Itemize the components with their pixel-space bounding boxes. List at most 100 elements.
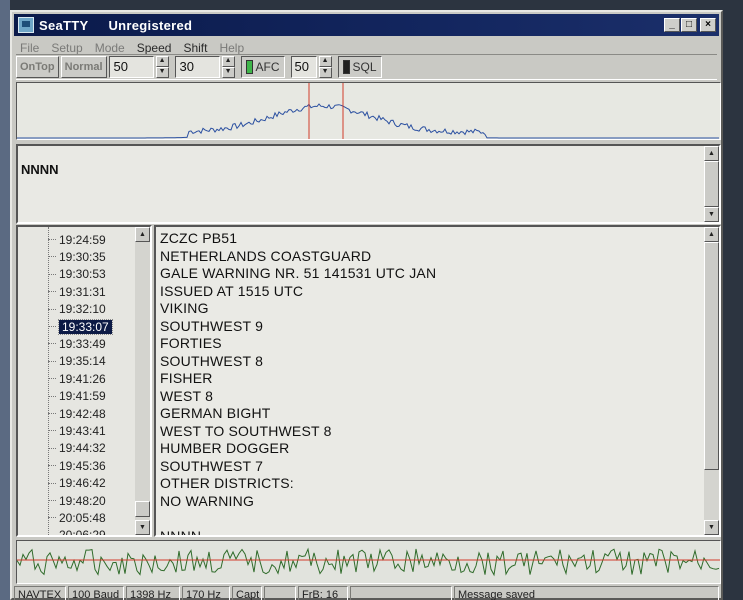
menu-setup[interactable]: Setup [45,41,88,55]
tree-branch [48,465,56,467]
message-list-item[interactable]: 20:06:29 [48,527,134,537]
status-message: Message saved [454,586,719,600]
spin-arrows-3[interactable]: ▲ ▼ [318,56,332,78]
message-timestamp: 19:44:32 [59,441,106,456]
ontop-button[interactable]: OnTop [16,56,59,78]
message-list-item[interactable]: 19:35:14 [48,353,134,370]
message-line: OTHER DISTRICTS: [160,475,294,491]
message-list-item[interactable]: 19:41:59 [48,388,134,405]
menu-shift[interactable]: Shift [177,41,213,55]
scroll-thumb[interactable] [704,242,719,470]
message-list-item[interactable]: 19:48:20 [48,492,134,509]
tree-branch [48,256,56,258]
message-line: SOUTHWEST 9 [160,317,264,334]
spin-field-2[interactable]: 30 [174,56,220,78]
message-list-item[interactable]: 19:33:07 [48,318,134,335]
tree-branch [48,360,56,362]
tree-branch [48,326,56,327]
sql-label: SQL [352,60,377,74]
message-timestamp: 19:43:41 [59,423,106,438]
message-list-item[interactable]: 19:44:32 [48,440,134,457]
message-list-item[interactable]: 19:31:31 [48,283,134,300]
normal-button[interactable]: Normal [60,56,107,78]
status-frequency: 1398 Hz [126,586,180,600]
sql-toggle[interactable]: SQL [337,56,382,78]
tree-branch [48,308,56,310]
afc-toggle[interactable]: AFC [240,56,285,78]
status-baud: 100 Baud [68,586,124,600]
scroll-down-icon[interactable]: ▼ [704,520,719,535]
message-list-panel[interactable]: 19:24:59 19:30:35 19:30:53 19:31:31 19:32:10… [16,225,152,537]
message-timestamp: 19:45:36 [59,458,106,473]
scroll-thumb[interactable] [704,161,719,207]
message-line: SOUTHWEST 8 [160,352,264,369]
receive-text: NNNN [21,162,59,177]
message-text-scrollbar[interactable]: ▲ ▼ [704,227,719,535]
spin-down-icon[interactable]: ▼ [318,67,332,78]
spectrum-display[interactable] [16,82,721,140]
message-timestamp: 20:06:29 [59,528,106,537]
menu-speed[interactable]: Speed [131,41,178,55]
tree-branch [48,413,56,414]
message-list-item[interactable]: 19:30:35 [48,248,134,265]
status-bar: NAVTEX 100 Baud 1398 Hz 170 Hz Capt FrB:… [14,586,719,600]
spin-down-icon[interactable]: ▼ [155,67,169,78]
message-timestamp: 19:33:07 [58,318,113,335]
receive-panel[interactable]: NNNN ▲ ▼ [16,144,721,224]
registration-status: Unregistered [108,17,193,33]
tree-branch [48,291,56,293]
message-list-item[interactable]: 19:24:59 [48,231,134,248]
spin-up-icon[interactable]: ▲ [221,56,235,67]
spin-arrows-2[interactable]: ▲ ▼ [221,56,235,78]
spin-up-icon[interactable]: ▲ [318,56,332,67]
maximize-button[interactable]: □ [681,18,697,32]
scroll-up-icon[interactable]: ▲ [704,227,719,242]
status-frb: FrB: 16 [298,586,348,600]
message-list-scrollbar[interactable]: ▲ ▼ [135,227,150,535]
message-line: NNNN [160,527,202,537]
message-text-panel[interactable]: ZCZC PB51 NETHERLANDS COASTGUARD GALE WARN… [154,225,721,537]
toolbar: OnTop Normal 50 ▲ ▼ 30 ▲ ▼ AFC 50 ▲ ▼ SQ… [16,54,717,80]
tree-branch [48,395,56,397]
title-bar[interactable]: SeaTTY Unregistered _ □ × [14,14,719,36]
message-list-item[interactable]: 19:45:36 [48,457,134,474]
scroll-down-icon[interactable]: ▼ [135,520,150,535]
status-blank-1 [264,586,296,600]
menu-help[interactable]: Help [213,41,250,55]
tree-branch [48,343,56,345]
message-timestamp: 19:48:20 [59,493,106,508]
status-shift: 170 Hz [182,586,230,600]
scroll-up-icon[interactable]: ▲ [704,146,719,161]
scroll-down-icon[interactable]: ▼ [704,207,719,222]
message-line: NO WARNING [160,492,255,509]
minimize-button[interactable]: _ [664,18,680,32]
spin-arrows-1[interactable]: ▲ ▼ [155,56,169,78]
menu-file[interactable]: File [14,41,45,55]
message-list-item[interactable]: 20:05:48 [48,509,134,526]
scroll-up-icon[interactable]: ▲ [135,227,150,242]
spin-down-icon[interactable]: ▼ [221,67,235,78]
message-line: FISHER [160,370,213,386]
message-list-item[interactable]: 19:30:53 [48,266,134,283]
message-line: WEST 8 [160,387,214,404]
spin-up-icon[interactable]: ▲ [155,56,169,67]
message-list-item[interactable]: 19:46:42 [48,475,134,492]
app-icon[interactable] [18,17,34,33]
spin-field-1[interactable]: 50 [108,56,154,78]
tree-branch [48,482,56,484]
message-list-item[interactable]: 19:43:41 [48,422,134,439]
message-list-item[interactable]: 19:42:48 [48,405,134,422]
message-list-item[interactable]: 19:32:10 [48,301,134,318]
close-button[interactable]: × [700,18,716,32]
message-line: FORTIES [160,335,222,351]
spin-field-3[interactable]: 50 [290,56,317,78]
receive-scrollbar[interactable]: ▲ ▼ [704,146,719,222]
message-list-item[interactable]: 19:33:49 [48,335,134,352]
tree-branch [48,239,56,240]
sql-led-icon [342,60,350,74]
message-timestamp: 20:05:48 [59,510,106,525]
menu-mode[interactable]: Mode [89,41,131,55]
scroll-thumb[interactable] [135,501,150,517]
message-list-item[interactable]: 19:41:26 [48,370,134,387]
message-timestamp: 19:24:59 [59,232,106,247]
